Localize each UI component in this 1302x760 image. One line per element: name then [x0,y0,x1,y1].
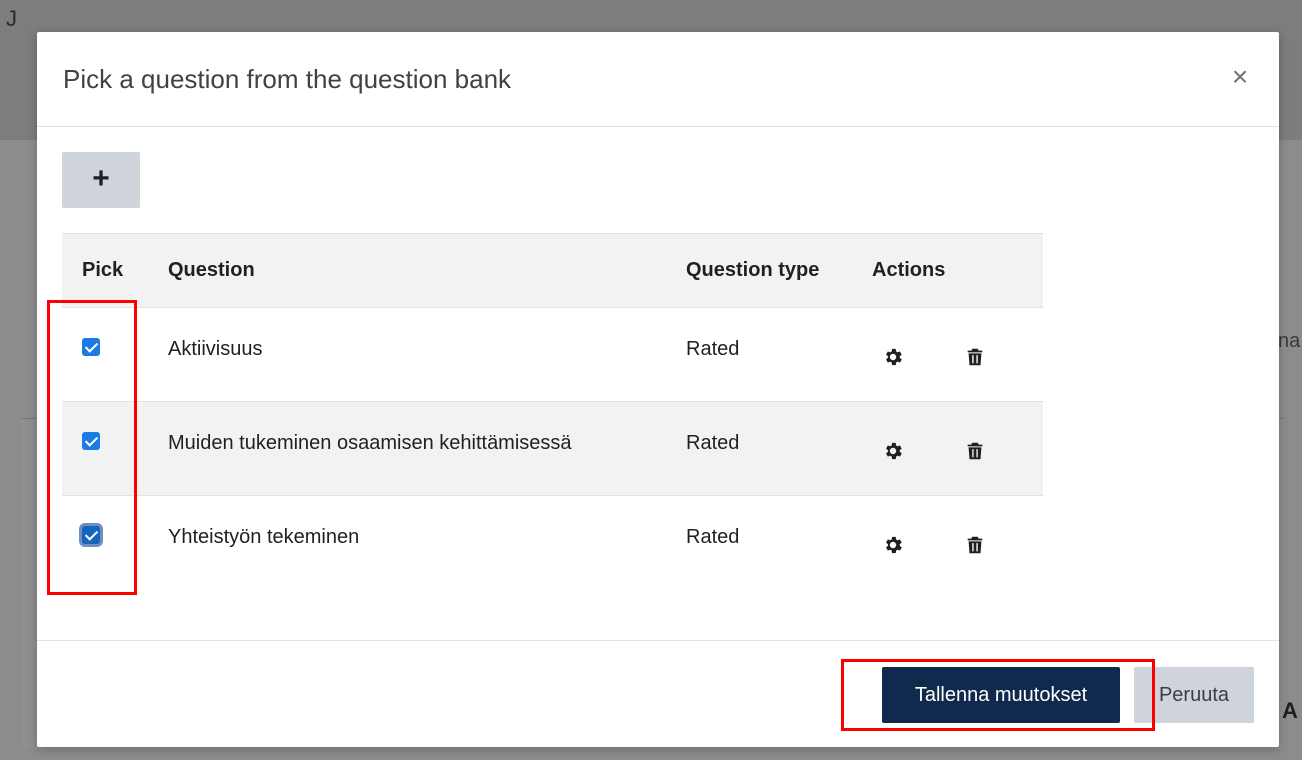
modal-title: Pick a question from the question bank [63,64,512,94]
table-row: Yhteistyön tekeminen Rated [62,495,1043,590]
table-row: Muiden tukeminen osaamisen kehittämisess… [62,401,1043,496]
close-button[interactable]: × [1227,61,1253,92]
pick-checkbox[interactable] [82,338,100,356]
trash-icon[interactable] [964,346,986,368]
actions-cell [852,401,1043,496]
question-name: Yhteistyön tekeminen [148,495,666,590]
background-text: A [1282,698,1298,723]
cancel-button[interactable]: Peruuta [1134,667,1254,723]
column-header-pick: Pick [62,233,148,308]
question-type: Rated [666,401,852,496]
column-header-question: Question [148,233,666,308]
trash-icon[interactable] [964,440,986,462]
table-row: Aktiivisuus Rated [62,307,1043,402]
question-type: Rated [666,495,852,590]
modal-footer: Tallenna muutokset Peruuta [37,640,1279,748]
modal-header: Pick a question from the question bank × [37,32,1279,127]
trash-icon[interactable] [964,534,986,556]
actions-cell [852,307,1043,402]
pick-cell [62,495,148,590]
table-header-row: Pick Question Question type Actions [62,233,1043,308]
question-table: Pick Question Question type Actions Akti… [62,233,1043,590]
pick-cell [62,401,148,496]
background-text: na [1278,330,1301,352]
column-header-type: Question type [666,233,852,308]
question-type: Rated [666,307,852,402]
actions-cell [852,495,1043,590]
gear-icon[interactable] [882,534,904,556]
pick-checkbox[interactable] [82,526,100,544]
question-bank-modal: Pick a question from the question bank ×… [37,32,1279,747]
pick-checkbox[interactable] [82,432,100,450]
question-name: Muiden tukeminen osaamisen kehittämisess… [148,401,666,496]
plus-icon: + [92,162,110,195]
question-name: Aktiivisuus [148,307,666,402]
add-question-button[interactable]: + [62,152,140,208]
gear-icon[interactable] [882,440,904,462]
pick-cell [62,307,148,402]
save-changes-button[interactable]: Tallenna muutokset [882,667,1120,723]
background-text: J [6,6,17,31]
gear-icon[interactable] [882,346,904,368]
column-header-actions: Actions [852,233,1043,308]
close-icon: × [1231,61,1249,92]
